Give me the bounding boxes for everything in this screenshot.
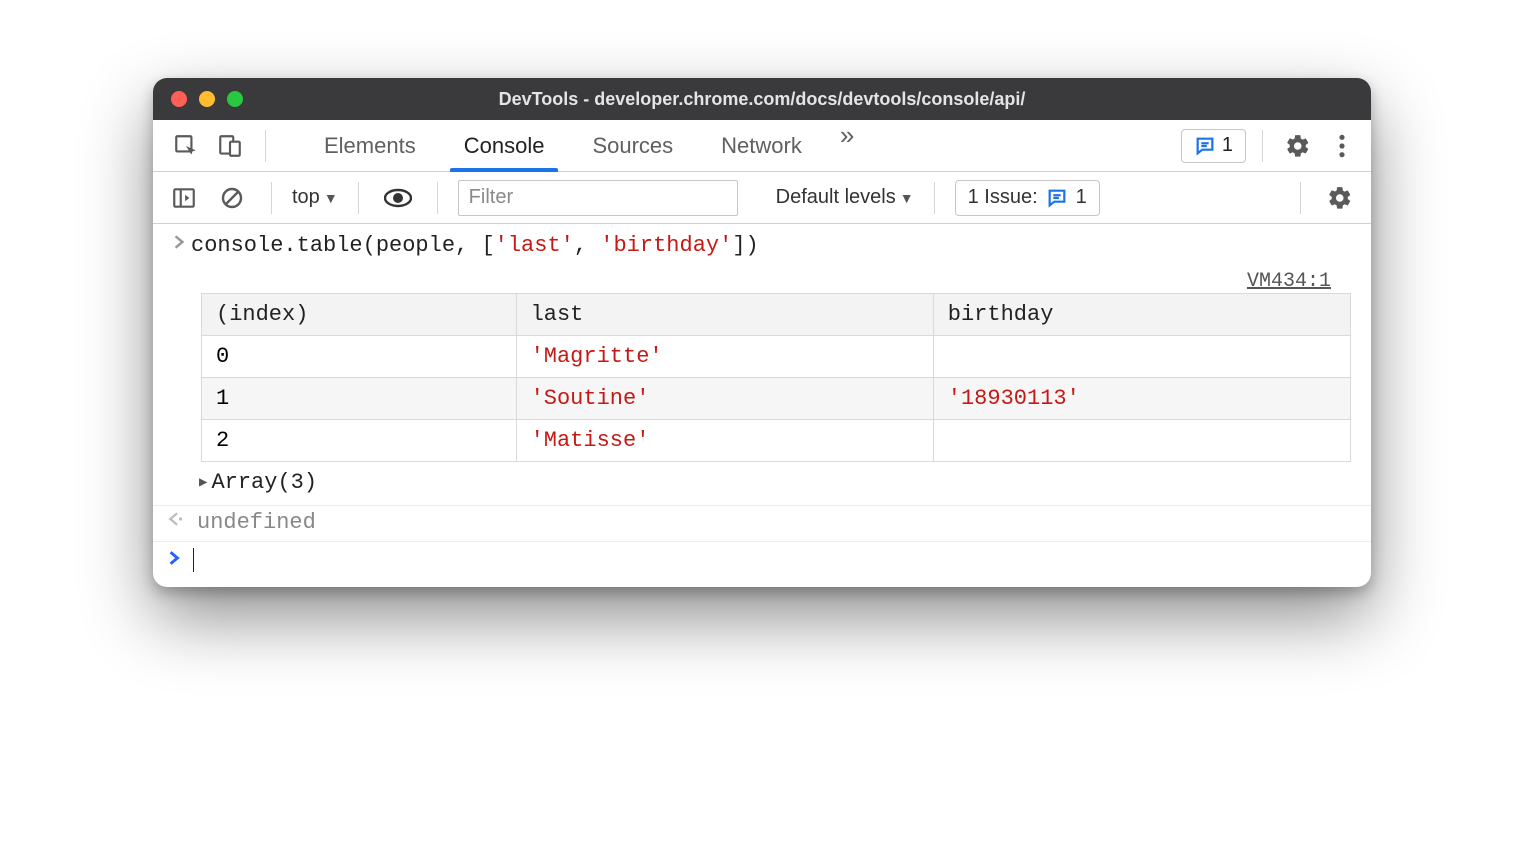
toggle-sidebar-icon[interactable] — [165, 179, 203, 217]
cell-last: 'Soutine' — [516, 377, 933, 419]
table-row: 2 'Matisse' — [202, 419, 1351, 461]
text-caret — [193, 548, 194, 572]
return-value: undefined — [197, 510, 316, 535]
divider — [358, 182, 359, 214]
cell-birthday — [933, 335, 1350, 377]
divider — [1300, 182, 1301, 214]
context-label: top — [292, 186, 320, 209]
kebab-menu-icon[interactable] — [1323, 127, 1361, 165]
inspect-element-icon[interactable] — [167, 127, 205, 165]
window-title: DevTools - developer.chrome.com/docs/dev… — [153, 89, 1371, 110]
execution-context-selector[interactable]: top ▼ — [292, 186, 338, 209]
tab-elements[interactable]: Elements — [300, 120, 440, 172]
issues-count: 1 — [1222, 134, 1233, 157]
chevron-down-icon: ▼ — [900, 190, 914, 206]
chevron-down-icon: ▼ — [324, 190, 338, 206]
cell-birthday — [933, 419, 1350, 461]
col-last[interactable]: last — [516, 293, 933, 335]
source-link[interactable]: VM434:1 — [1247, 270, 1351, 293]
traffic-lights — [171, 91, 243, 107]
divider — [437, 182, 438, 214]
console-return-line: undefined — [153, 505, 1371, 542]
divider — [271, 182, 272, 214]
console-settings-icon[interactable] — [1321, 179, 1359, 217]
col-index[interactable]: (index) — [202, 293, 517, 335]
console-input-line: console.table(people, ['last', 'birthday… — [153, 224, 1371, 268]
log-levels-selector[interactable]: Default levels ▼ — [776, 186, 914, 209]
divider — [265, 130, 266, 162]
table-row: 1 'Soutine' '18930113' — [202, 377, 1351, 419]
clear-console-icon[interactable] — [213, 179, 251, 217]
tab-sources[interactable]: Sources — [568, 120, 697, 172]
filter-input[interactable] — [458, 180, 738, 216]
triangle-right-icon: ▶ — [199, 474, 207, 491]
cell-index: 1 — [202, 377, 517, 419]
output-table: (index) last birthday 0 'Magritte' 1 'So… — [201, 293, 1351, 462]
console-toolbar: top ▼ Default levels ▼ 1 Issue: 1 — [153, 172, 1371, 224]
console-body: console.table(people, ['last', 'birthday… — [153, 224, 1371, 587]
issue-count: 1 — [1076, 186, 1087, 209]
console-prompt[interactable] — [153, 542, 1371, 587]
cell-last: 'Magritte' — [516, 335, 933, 377]
prompt-chevron-icon — [167, 548, 181, 573]
array-expand-toggle[interactable]: ▶ Array(3) — [153, 466, 1371, 505]
devtools-window: DevTools - developer.chrome.com/docs/dev… — [153, 78, 1371, 587]
settings-icon[interactable] — [1279, 127, 1317, 165]
zoom-window-button[interactable] — [227, 91, 243, 107]
console-table-output: VM434:1 (index) last birthday 0 'Magritt… — [153, 268, 1371, 466]
tab-network[interactable]: Network — [697, 120, 826, 172]
console-command: console.table(people, ['last', 'birthday… — [191, 230, 759, 262]
panel-tabs: Elements Console Sources Network » — [300, 120, 868, 172]
return-arrow-icon — [167, 511, 185, 534]
titlebar: DevTools - developer.chrome.com/docs/dev… — [153, 78, 1371, 120]
table-row: 0 'Magritte' — [202, 335, 1351, 377]
cell-index: 2 — [202, 419, 517, 461]
cell-birthday: '18930113' — [933, 377, 1350, 419]
live-expression-icon[interactable] — [379, 179, 417, 217]
chat-icon — [1046, 187, 1068, 209]
col-birthday[interactable]: birthday — [933, 293, 1350, 335]
array-summary: Array(3) — [211, 470, 317, 495]
more-tabs-button[interactable]: » — [826, 120, 868, 172]
close-window-button[interactable] — [171, 91, 187, 107]
tab-console[interactable]: Console — [440, 120, 569, 172]
issue-label: 1 Issue: — [968, 186, 1038, 209]
device-toolbar-icon[interactable] — [211, 127, 249, 165]
issues-pill[interactable]: 1 Issue: 1 — [955, 180, 1100, 216]
levels-label: Default levels — [776, 186, 896, 209]
issues-indicator[interactable]: 1 — [1181, 129, 1246, 163]
cell-last: 'Matisse' — [516, 419, 933, 461]
minimize-window-button[interactable] — [199, 91, 215, 107]
divider — [934, 182, 935, 214]
input-chevron-icon — [167, 230, 191, 250]
divider — [1262, 130, 1263, 162]
chat-icon — [1194, 135, 1216, 157]
main-tabstrip: Elements Console Sources Network » 1 — [153, 120, 1371, 172]
cell-index: 0 — [202, 335, 517, 377]
